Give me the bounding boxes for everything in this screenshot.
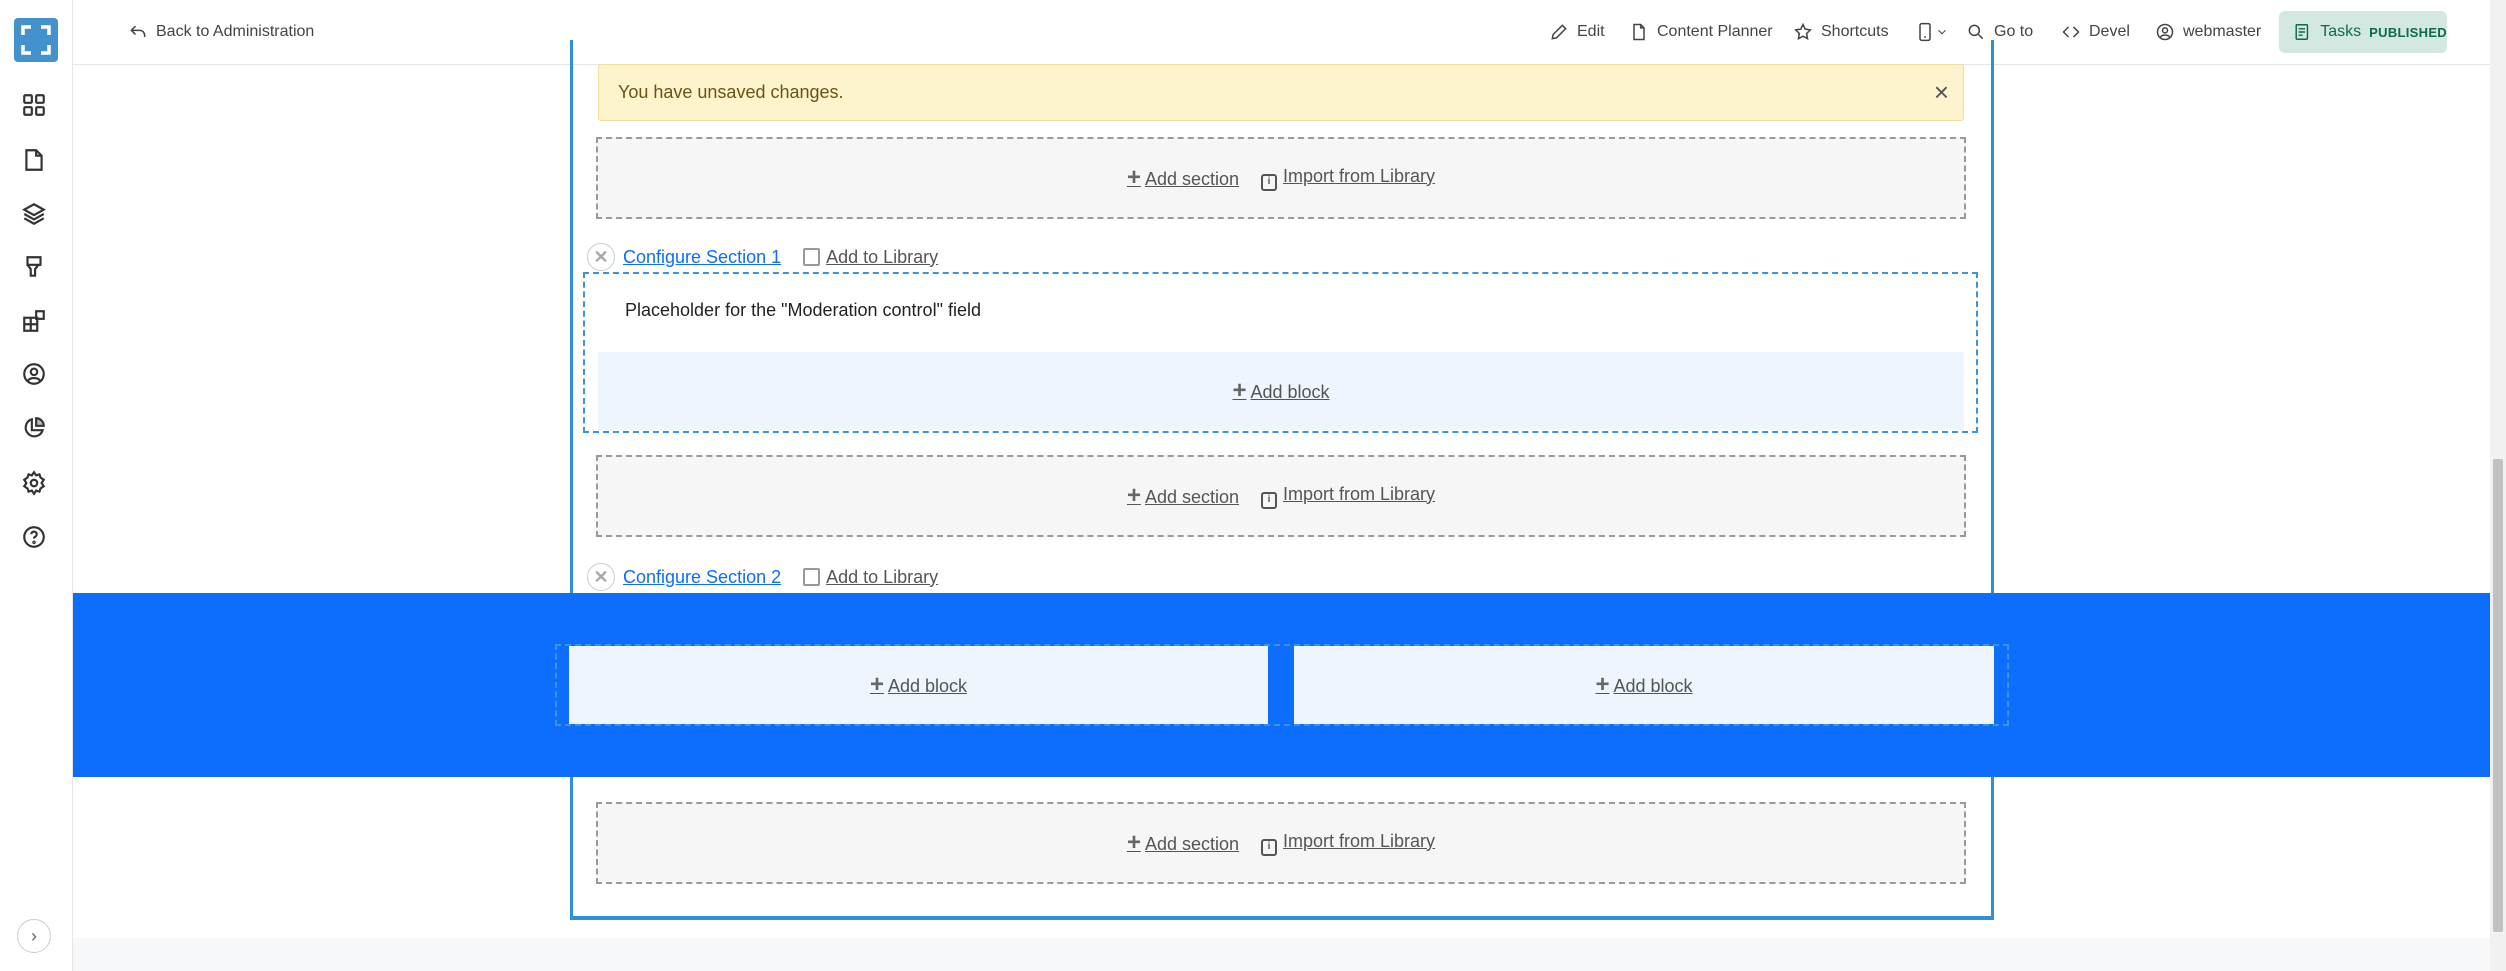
people-icon[interactable] <box>20 360 48 388</box>
import-label: Import from Library <box>1283 165 1436 186</box>
import-from-library-link[interactable]: i Import from Library <box>1261 484 1435 509</box>
back-arrow-icon <box>130 25 146 37</box>
dashboard-icon[interactable] <box>20 91 48 119</box>
plus-icon: + <box>1126 164 1141 191</box>
scrollbar-thumb[interactable] <box>2493 459 2503 932</box>
back-to-administration-link[interactable]: Back to Administration <box>128 0 314 64</box>
configure-section-1-link[interactable]: Configure Section 1 <box>623 247 781 268</box>
add-block-link[interactable]: + Add block <box>870 671 967 699</box>
add-block-zone: + Add block <box>598 352 1964 430</box>
import-icon: i <box>1261 173 1278 191</box>
status-badge: PUBLISHED <box>2369 24 2447 40</box>
import-icon: i <box>1261 838 1278 856</box>
content-planner-label: Content Planner <box>1657 23 1773 40</box>
add-block-zone-right: + Add block <box>1294 646 1994 724</box>
import-from-library-link[interactable]: i Import from Library <box>1261 831 1435 856</box>
add-block-link[interactable]: + Add block <box>1232 377 1329 405</box>
tasks-button[interactable]: Tasks PUBLISHED <box>2279 11 2447 53</box>
plus-icon: + <box>1126 829 1141 856</box>
expand-sidebar-button[interactable]: › <box>17 919 51 953</box>
tasks-icon <box>2295 24 2309 40</box>
import-icon: i <box>1261 491 1278 509</box>
add-section-link[interactable]: + Add section <box>1127 482 1239 510</box>
plus-icon: + <box>869 671 884 698</box>
add-section-label: Add section <box>1144 487 1240 507</box>
add-to-library-link[interactable]: Add to Library <box>803 567 938 588</box>
back-label: Back to Administration <box>156 23 315 40</box>
appearance-icon[interactable] <box>20 253 48 281</box>
add-block-zone-left: + Add block <box>569 646 1268 724</box>
add-section-zone: + Add section i Import from Library <box>596 455 1966 537</box>
goto-label: Go to <box>1994 23 2034 40</box>
edit-label: Edit <box>1577 23 1605 40</box>
add-block-link[interactable]: + Add block <box>1595 671 1692 699</box>
star-icon <box>1794 22 1812 40</box>
remove-section-icon[interactable]: ✕ <box>587 563 615 591</box>
add-section-label: Add section <box>1144 834 1240 854</box>
add-block-label: Add block <box>1613 676 1693 696</box>
add-section-link[interactable]: + Add section <box>1127 829 1239 857</box>
devel-button[interactable]: Devel <box>2061 0 2130 64</box>
add-block-label: Add block <box>1250 382 1330 402</box>
logo-icon[interactable] <box>14 18 58 62</box>
section-2-controls: ✕ Configure Section 2 Add to Library <box>587 563 938 591</box>
add-section-link[interactable]: + Add section <box>1127 164 1239 192</box>
import-label: Import from Library <box>1283 483 1436 504</box>
structure-icon[interactable] <box>20 200 48 228</box>
save-icon <box>803 247 821 266</box>
search-icon <box>1968 24 1984 40</box>
chevron-down-icon <box>1938 29 1946 35</box>
admin-sidebar: › <box>0 0 73 971</box>
add-block-label: Add block <box>887 676 968 696</box>
add-to-library-label: Add to Library <box>826 566 939 587</box>
warning-message: You have unsaved changes. <box>618 82 844 102</box>
import-label: Import from Library <box>1283 830 1436 851</box>
page-footer <box>73 938 2490 971</box>
tasks-label: Tasks <box>2320 23 2362 40</box>
add-to-library-label: Add to Library <box>826 246 939 267</box>
configure-section-2-link[interactable]: Configure Section 2 <box>623 567 781 588</box>
add-section-zone: + Add section i Import from Library <box>596 137 1966 219</box>
moderation-control-placeholder: Placeholder for the "Moderation control"… <box>625 300 981 320</box>
user-menu[interactable]: webmaster <box>2155 0 2261 64</box>
document-icon <box>1633 23 1645 41</box>
shortcuts-label: Shortcuts <box>1821 23 1889 40</box>
close-icon[interactable]: × <box>1934 77 1949 108</box>
help-icon[interactable] <box>20 523 48 551</box>
plus-icon: + <box>1595 671 1610 698</box>
plus-icon: + <box>1232 377 1247 404</box>
reports-icon[interactable] <box>20 414 48 442</box>
unsaved-changes-warning: You have unsaved changes. × <box>598 64 1964 121</box>
code-icon <box>2062 26 2080 38</box>
configuration-icon[interactable] <box>20 469 48 497</box>
remove-section-icon[interactable]: ✕ <box>587 243 615 271</box>
devel-label: Devel <box>2089 23 2130 40</box>
import-from-library-link[interactable]: i Import from Library <box>1261 166 1435 191</box>
add-section-zone: + Add section i Import from Library <box>596 802 1966 884</box>
add-section-label: Add section <box>1144 169 1240 189</box>
add-to-library-link[interactable]: Add to Library <box>803 247 938 268</box>
plus-icon: + <box>1126 482 1141 509</box>
extend-icon[interactable] <box>20 307 48 335</box>
section-1-controls: ✕ Configure Section 1 Add to Library <box>587 243 938 271</box>
pencil-icon <box>1551 24 1567 40</box>
save-icon <box>803 567 821 586</box>
mobile-device-icon <box>1919 22 1931 42</box>
user-icon <box>2156 23 2174 41</box>
user-label: webmaster <box>2183 23 2262 40</box>
content-icon[interactable] <box>20 146 48 174</box>
